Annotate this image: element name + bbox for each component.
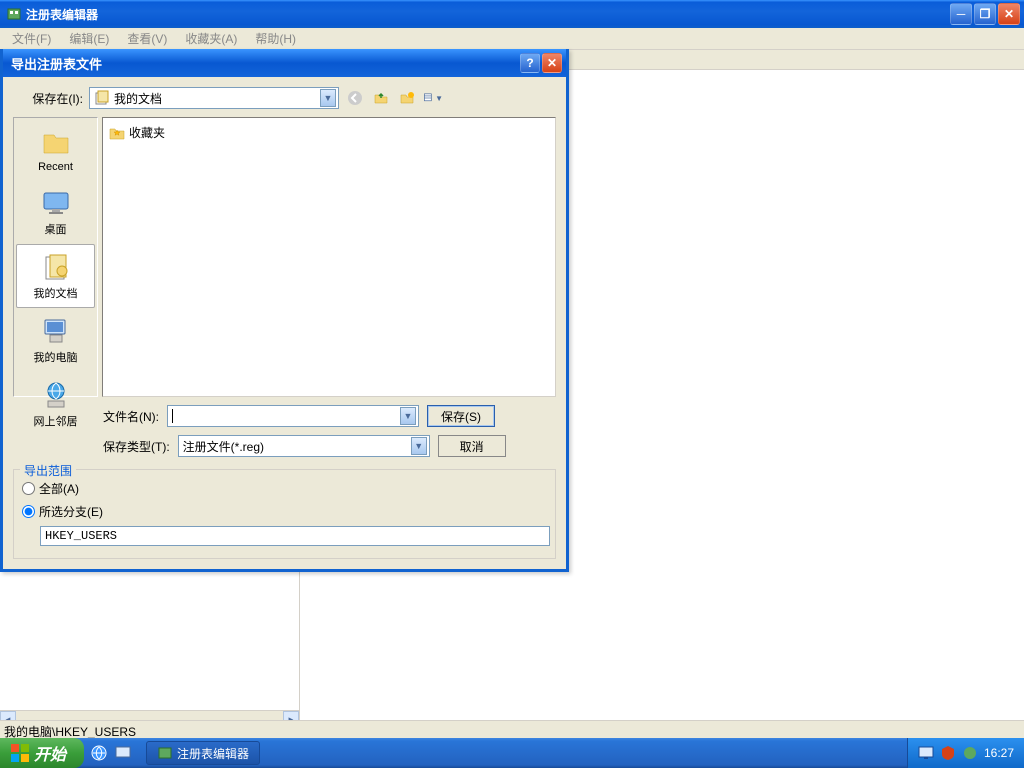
dialog-titlebar: 导出注册表文件 ? ✕ <box>3 49 566 77</box>
tray-security-icon[interactable] <box>940 745 956 761</box>
nav-newfolder-icon[interactable] <box>397 88 417 108</box>
export-range-legend: 导出范围 <box>20 462 76 479</box>
tray-volume-icon[interactable] <box>962 745 978 761</box>
statusbar: 我的电脑\HKEY_USERS <box>0 720 1024 738</box>
radio-branch[interactable]: 所选分支(E) <box>22 503 547 520</box>
place-network-label: 网上邻居 <box>34 413 78 429</box>
taskbar-task-regedit[interactable]: 注册表编辑器 <box>146 741 260 765</box>
quick-launch <box>84 744 138 762</box>
dialog-help-button[interactable]: ? <box>520 53 540 73</box>
menu-file[interactable]: 文件(F) <box>4 28 59 49</box>
dialog-title: 导出注册表文件 <box>11 54 518 73</box>
place-mydocs-label: 我的文档 <box>34 285 78 301</box>
dialog-close-button[interactable]: ✕ <box>542 53 562 73</box>
task-label: 注册表编辑器 <box>177 745 249 762</box>
ie-icon[interactable] <box>90 744 108 762</box>
nav-up-icon[interactable] <box>371 88 391 108</box>
dropdown-icon[interactable]: ▼ <box>320 89 336 107</box>
tray-desktop-icon[interactable] <box>918 745 934 761</box>
filetype-combo[interactable]: 注册文件(*.reg) ▼ <box>178 435 430 457</box>
menubar: 文件(F) 编辑(E) 查看(V) 收藏夹(A) 帮助(H) <box>0 28 1024 50</box>
save-button[interactable]: 保存(S) <box>427 405 495 427</box>
export-dialog: 导出注册表文件 ? ✕ 保存在(I): 我的文档 ▼ ▼ Recent <box>0 49 569 572</box>
radio-all-label: 全部(A) <box>39 480 79 497</box>
place-mydocs[interactable]: 我的文档 <box>16 244 95 308</box>
place-recent[interactable]: Recent <box>16 120 95 180</box>
branch-path-input[interactable] <box>40 526 550 546</box>
filetype-dropdown-icon[interactable]: ▼ <box>411 437 427 455</box>
file-list[interactable]: 收藏夹 <box>102 117 556 397</box>
cancel-button[interactable]: 取消 <box>438 435 506 457</box>
close-button[interactable]: ✕ <box>998 3 1020 25</box>
taskbar: 开始 注册表编辑器 16:27 <box>0 738 1024 768</box>
place-computer[interactable]: 我的电脑 <box>16 308 95 372</box>
file-entry-label: 收藏夹 <box>129 124 165 141</box>
radio-all-input[interactable] <box>22 482 35 495</box>
filename-label: 文件名(N): <box>103 408 159 425</box>
menu-favorites[interactable]: 收藏夹(A) <box>177 28 245 49</box>
start-button[interactable]: 开始 <box>0 738 84 768</box>
place-network[interactable]: 网上邻居 <box>16 372 95 436</box>
desktop-shortcut-icon[interactable] <box>114 744 132 762</box>
favorites-folder-icon <box>109 125 125 141</box>
app-title: 注册表编辑器 <box>26 6 950 23</box>
text-cursor-icon <box>172 409 173 423</box>
filetype-label: 保存类型(T): <box>103 438 170 455</box>
radio-branch-input[interactable] <box>22 505 35 518</box>
app-titlebar: 注册表编辑器 ─ ❐ ✕ <box>0 0 1024 28</box>
mydocs-combo-icon <box>94 90 110 106</box>
place-desktop-label: 桌面 <box>45 221 67 237</box>
restore-button[interactable]: ❐ <box>974 3 996 25</box>
regedit-icon <box>6 6 22 22</box>
save-in-value: 我的文档 <box>114 90 162 107</box>
mydocs-icon <box>40 251 72 283</box>
network-icon <box>40 379 72 411</box>
minimize-button[interactable]: ─ <box>950 3 972 25</box>
radio-all[interactable]: 全部(A) <box>22 480 547 497</box>
computer-icon <box>40 315 72 347</box>
places-bar: Recent 桌面 我的文档 我的电脑 网上邻居 <box>13 117 98 397</box>
save-in-label: 保存在(I): <box>13 90 83 107</box>
nav-back-icon[interactable] <box>345 88 365 108</box>
save-in-combo[interactable]: 我的文档 ▼ <box>89 87 339 109</box>
folder-icon <box>40 127 72 159</box>
system-tray: 16:27 <box>907 738 1024 768</box>
filetype-value: 注册文件(*.reg) <box>183 438 264 455</box>
nav-views-icon[interactable]: ▼ <box>423 88 443 108</box>
place-computer-label: 我的电脑 <box>34 349 78 365</box>
windows-logo-icon <box>10 743 30 763</box>
export-range-group: 导出范围 全部(A) 所选分支(E) <box>13 469 556 559</box>
regedit-task-icon <box>157 745 173 761</box>
menu-view[interactable]: 查看(V) <box>119 28 175 49</box>
filename-input[interactable]: ▼ <box>167 405 419 427</box>
place-recent-label: Recent <box>38 161 73 173</box>
filename-dropdown-icon[interactable]: ▼ <box>400 407 416 425</box>
start-label: 开始 <box>34 741 66 765</box>
file-entry-favorites[interactable]: 收藏夹 <box>107 122 551 143</box>
menu-edit[interactable]: 编辑(E) <box>61 28 117 49</box>
radio-branch-label: 所选分支(E) <box>39 503 103 520</box>
place-desktop[interactable]: 桌面 <box>16 180 95 244</box>
tray-clock[interactable]: 16:27 <box>984 746 1014 760</box>
desktop-icon <box>40 187 72 219</box>
menu-help[interactable]: 帮助(H) <box>247 28 304 49</box>
